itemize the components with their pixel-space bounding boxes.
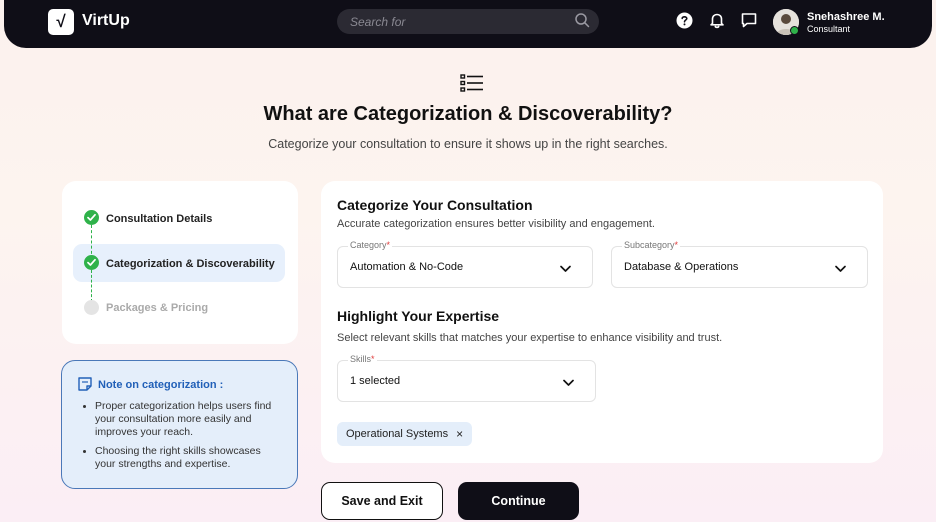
app-name[interactable]: VirtUp xyxy=(82,12,130,30)
skills-select[interactable]: Skills* 1 selected xyxy=(337,354,596,402)
note-point: Proper categorization helps users find y… xyxy=(78,400,283,439)
note-point: Choosing the right skills showcases your… xyxy=(78,445,283,471)
step-complete-icon xyxy=(84,255,99,270)
subcategory-value: Database & Operations xyxy=(624,261,739,273)
expertise-section-title: Highlight Your Expertise xyxy=(337,308,500,324)
chevron-down-icon[interactable] xyxy=(834,262,847,275)
page-title: What are Categorization & Discoverabilit… xyxy=(263,103,673,125)
continue-button[interactable]: Continue xyxy=(458,482,579,520)
step-pending-icon xyxy=(84,300,99,315)
bell-icon[interactable] xyxy=(708,11,726,29)
search-input[interactable] xyxy=(337,9,599,34)
step-consultation-details[interactable]: Consultation Details xyxy=(106,213,212,225)
category-value: Automation & No-Code xyxy=(350,261,464,273)
user-role: Consultant xyxy=(807,24,851,34)
chevron-down-icon[interactable] xyxy=(562,376,575,389)
chat-icon[interactable] xyxy=(740,11,758,29)
remove-chip-icon[interactable]: × xyxy=(456,428,463,440)
note-title: Note on categorization : xyxy=(98,379,224,391)
skills-label: Skills* xyxy=(348,354,377,364)
category-label: Category* xyxy=(348,240,393,250)
note-list: Proper categorization helps users find y… xyxy=(78,400,283,477)
step-packages-pricing[interactable]: Packages & Pricing xyxy=(106,302,208,314)
user-name[interactable]: Snehashree M. xyxy=(807,11,885,23)
page-subtitle: Categorize your consultation to ensure i… xyxy=(268,137,668,151)
chevron-down-icon[interactable] xyxy=(559,262,572,275)
skill-chip-label: Operational Systems xyxy=(346,428,449,440)
category-select[interactable]: Category* Automation & No-Code xyxy=(337,240,593,288)
skills-value: 1 selected xyxy=(350,375,401,387)
categorize-section-title: Categorize Your Consultation xyxy=(337,197,533,213)
search-icon[interactable] xyxy=(574,12,590,28)
step-connector xyxy=(91,225,92,259)
help-icon[interactable] xyxy=(676,12,693,29)
step-complete-icon xyxy=(84,210,99,225)
subcategory-select[interactable]: Subcategory* Database & Operations xyxy=(611,240,868,288)
list-icon xyxy=(460,74,483,92)
subcategory-label: Subcategory* xyxy=(622,240,681,250)
step-connector xyxy=(91,270,92,302)
save-and-exit-button[interactable]: Save and Exit xyxy=(321,482,443,520)
categorize-section-description: Accurate categorization ensures better v… xyxy=(337,218,655,230)
app-logo-icon[interactable]: √ xyxy=(48,9,74,35)
skill-chip: Operational Systems × xyxy=(337,422,473,446)
sticky-note-icon xyxy=(78,377,92,391)
expertise-section-description: Select relevant skills that matches your… xyxy=(337,332,723,344)
online-status-dot xyxy=(790,26,799,35)
step-categorization[interactable]: Categorization & Discoverability xyxy=(106,258,275,270)
